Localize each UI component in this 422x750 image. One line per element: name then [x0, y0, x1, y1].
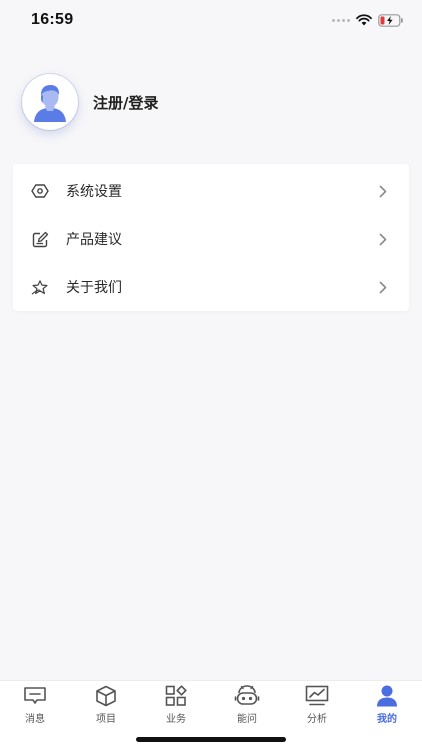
signal-dots-icon [332, 18, 350, 22]
login-register-entry[interactable]: 注册/登录 [22, 74, 158, 130]
user-profile-icon [374, 685, 400, 707]
status-icons [332, 12, 404, 28]
chevron-right-icon [379, 232, 389, 246]
settings-menu-card: 系统设置 产品建议 关于我们 [13, 164, 409, 311]
menu-item-system-settings[interactable]: 系统设置 [13, 167, 409, 215]
status-bar: 16:59 [0, 0, 422, 40]
menu-item-product-feedback[interactable]: 产品建议 [13, 215, 409, 263]
login-register-label[interactable]: 注册/登录 [93, 92, 158, 113]
edit-feedback-icon [31, 230, 49, 248]
chevron-right-icon [379, 280, 389, 294]
wifi-icon [356, 14, 372, 26]
tab-messages[interactable]: 消息 [5, 685, 65, 725]
tab-ask[interactable]: 能问 [217, 685, 277, 725]
tab-analysis[interactable]: 分析 [287, 685, 347, 725]
status-time: 16:59 [31, 11, 74, 28]
menu-item-label: 关于我们 [66, 280, 122, 296]
tab-label: 能问 [237, 714, 257, 725]
robot-ask-icon [234, 685, 260, 707]
profile-screen: 16:59 注册/登录 系统设置 产品建议 关于我们 消息 项目 业务 能问 分… [0, 0, 422, 750]
tab-label: 分析 [307, 714, 327, 725]
tab-mine[interactable]: 我的 [357, 685, 417, 725]
avatar[interactable] [22, 74, 78, 130]
tab-label: 项目 [96, 714, 116, 725]
tab-projects[interactable]: 项目 [76, 685, 136, 725]
tab-label: 业务 [166, 714, 186, 725]
about-star-icon [31, 278, 49, 296]
analysis-chart-icon [304, 685, 330, 707]
settings-hexagon-icon [31, 182, 49, 200]
project-box-icon [93, 685, 119, 707]
chevron-right-icon [379, 184, 389, 198]
business-grid-icon [163, 685, 189, 707]
menu-item-label: 系统设置 [66, 184, 122, 200]
default-user-avatar-icon [34, 85, 66, 122]
tab-label: 我的 [377, 714, 397, 725]
message-icon [22, 685, 48, 707]
tab-label: 消息 [25, 714, 45, 725]
menu-item-label: 产品建议 [66, 232, 122, 248]
menu-item-about-us[interactable]: 关于我们 [13, 263, 409, 311]
home-indicator [136, 737, 286, 742]
tab-business[interactable]: 业务 [146, 685, 206, 725]
battery-charging-icon [378, 13, 403, 27]
